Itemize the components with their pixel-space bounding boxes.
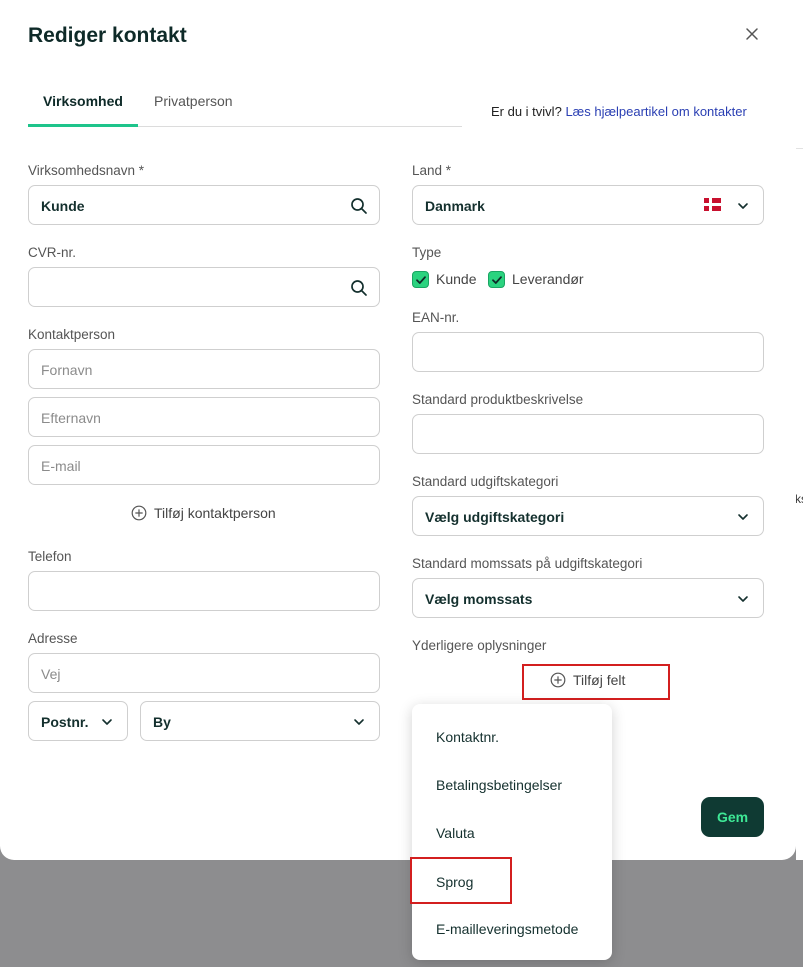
chevron-down-icon: [354, 719, 364, 725]
city-value: By: [153, 714, 171, 730]
product-description-field[interactable]: [412, 414, 764, 454]
background-divider: [796, 148, 803, 149]
close-button[interactable]: [740, 22, 764, 46]
help-article-link[interactable]: Læs hjælpeartikel om kontakter: [565, 104, 746, 119]
search-icon[interactable]: [349, 196, 369, 216]
add-field-dropdown: Kontaktnr. Betalingsbetingelser Valuta S…: [412, 704, 612, 960]
contact-person-label: Kontaktperson: [28, 327, 116, 342]
product-description-label: Standard produktbeskrivelse: [412, 392, 584, 407]
highlight-language-item: [410, 857, 512, 904]
type-supplier-label: Leverandør: [512, 271, 584, 287]
street-field[interactable]: Vej: [28, 653, 380, 693]
country-value: Danmark: [425, 198, 485, 214]
chevron-down-icon: [738, 514, 748, 520]
chevron-down-icon: [738, 203, 748, 209]
company-name-label: Virksomhedsnavn *: [28, 163, 145, 178]
dropdown-item-contact-number[interactable]: Kontaktnr.: [436, 729, 499, 745]
phone-field[interactable]: [28, 571, 380, 611]
ean-label: EAN-nr.: [412, 310, 460, 325]
modal-overlay[interactable]: [0, 860, 803, 967]
dropdown-item-email-delivery-method[interactable]: E-mailleveringsmetode: [436, 921, 578, 937]
edit-contact-modal: Rediger kontakt Virksomhed Privatperson …: [0, 0, 796, 860]
company-name-value: Kunde: [41, 198, 85, 214]
expense-category-value: Vælg udgiftskategori: [425, 509, 565, 525]
add-contact-person-label: Tilføj kontaktperson: [154, 505, 276, 521]
help-prefix: Er du i tvivl?: [491, 104, 562, 119]
last-name-placeholder: Efternavn: [41, 410, 101, 426]
cvr-label: CVR-nr.: [28, 245, 77, 260]
chevron-down-icon: [738, 596, 748, 602]
country-select[interactable]: Danmark: [412, 185, 764, 225]
background-page: [796, 0, 803, 967]
country-label: Land *: [412, 163, 452, 178]
dropdown-item-currency[interactable]: Valuta: [436, 825, 475, 841]
save-button[interactable]: Gem: [701, 797, 764, 837]
expense-category-select[interactable]: Vælg udgiftskategori: [412, 496, 764, 536]
company-name-field[interactable]: Kunde: [28, 185, 380, 225]
type-customer-checkbox[interactable]: [412, 271, 429, 288]
denmark-flag-icon: [704, 198, 721, 211]
type-supplier-checkbox[interactable]: [488, 271, 505, 288]
search-icon[interactable]: [349, 278, 369, 298]
email-placeholder: E-mail: [41, 458, 81, 474]
chevron-down-icon: [102, 719, 112, 725]
ean-field[interactable]: [412, 332, 764, 372]
help-text: Er du i tvivl? Læs hjælpeartikel om kont…: [491, 104, 747, 119]
modal-title: Rediger kontakt: [28, 24, 187, 47]
city-select[interactable]: By: [140, 701, 380, 741]
checkmark-icon: [416, 276, 426, 284]
email-field[interactable]: E-mail: [28, 445, 380, 485]
first-name-placeholder: Fornavn: [41, 362, 93, 378]
background-text: ks: [795, 492, 803, 506]
last-name-field[interactable]: Efternavn: [28, 397, 380, 437]
checkmark-icon: [492, 276, 502, 284]
expense-category-label: Standard udgiftskategori: [412, 474, 559, 489]
additional-info-label: Yderligere oplysninger: [412, 638, 547, 653]
tab-privatperson[interactable]: Privatperson: [154, 93, 233, 109]
add-contact-person-button[interactable]: Tilføj kontaktperson: [131, 505, 276, 521]
postal-code-value: Postnr.: [41, 714, 89, 730]
vat-rate-label: Standard momssats på udgiftskategori: [412, 556, 643, 571]
highlight-add-field: [522, 664, 670, 700]
close-icon: [746, 28, 758, 40]
plus-circle-icon: [131, 505, 147, 521]
type-customer-label: Kunde: [436, 271, 477, 287]
dropdown-item-payment-terms[interactable]: Betalingsbetingelser: [436, 777, 562, 793]
vat-rate-value: Vælg momssats: [425, 591, 533, 607]
type-label: Type: [412, 245, 442, 260]
tab-virksomhed[interactable]: Virksomhed: [28, 93, 138, 109]
active-tab-indicator: [28, 124, 138, 127]
vat-rate-select[interactable]: Vælg momssats: [412, 578, 764, 618]
postal-code-select[interactable]: Postnr.: [28, 701, 128, 741]
first-name-field[interactable]: Fornavn: [28, 349, 380, 389]
address-label: Adresse: [28, 631, 78, 646]
cvr-field[interactable]: [28, 267, 380, 307]
street-placeholder: Vej: [41, 666, 61, 682]
phone-label: Telefon: [28, 549, 72, 564]
